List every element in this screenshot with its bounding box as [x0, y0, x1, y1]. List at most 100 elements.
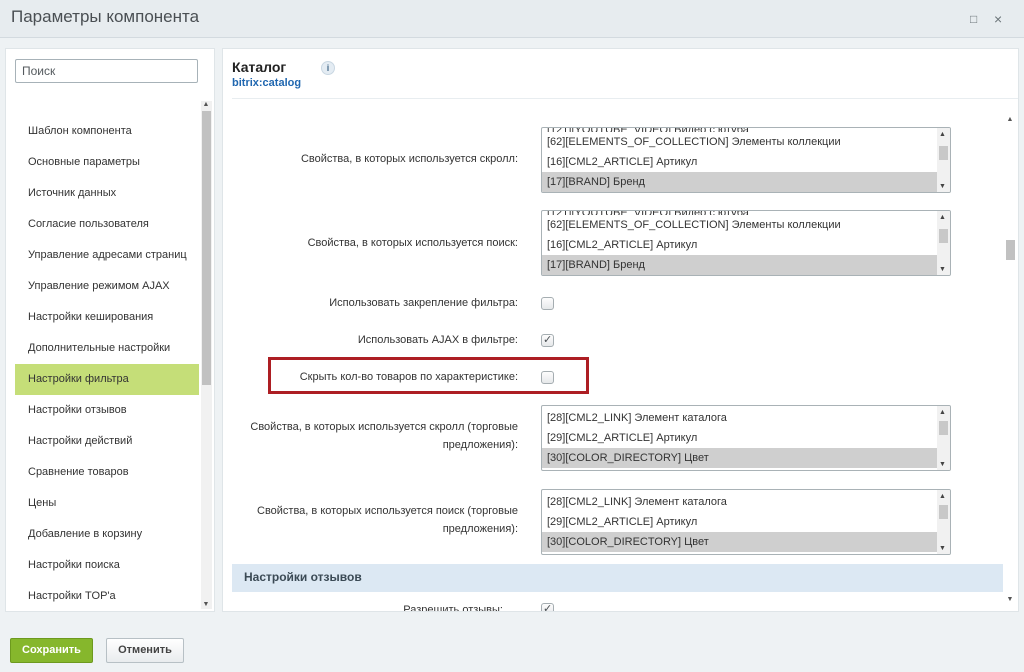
sidebar-item-label: Настройки поиска — [28, 559, 120, 571]
cancel-button[interactable]: Отменить — [106, 638, 184, 663]
scroll-offers-label-line2: предложения): — [442, 439, 518, 451]
sidebar-item-label: Настройки TOP'а — [28, 590, 116, 602]
listbox-scroll-thumb[interactable] — [939, 146, 948, 160]
listbox-option[interactable]: [16][CML2_ARTICLE] Артикул — [542, 235, 950, 255]
listbox-scroll-thumb[interactable] — [939, 229, 948, 243]
search-props-label: Свойства, в которых используется поиск: — [307, 237, 518, 249]
sidebar-item-label: Шаблон компонента — [28, 125, 132, 137]
allow-reviews-checkbox[interactable]: ✓ — [541, 603, 554, 611]
search-props-listbox[interactable]: [121][YOUTUBE_VIDEO] Видео с ютуба [62][… — [541, 210, 951, 276]
sidebar-item-label: Цены — [28, 497, 57, 509]
sidebar-item-label: Источник данных — [28, 187, 117, 199]
sidebar: Шаблон компонента Основные параметры Ист… — [5, 48, 215, 612]
partial-row-clip: Разрешить отзывы: ✓ — [223, 595, 1003, 611]
search-offers-label-line1: Свойства, в которых используется поиск (… — [257, 505, 518, 517]
sidebar-item-label: Сравнение товаров — [28, 466, 129, 478]
maximize-icon[interactable]: □ — [970, 12, 977, 26]
sidebar-item-actions[interactable]: Настройки действий — [15, 426, 199, 457]
close-icon[interactable]: × — [994, 12, 1002, 26]
scroll-up-icon[interactable]: ▲ — [939, 409, 946, 416]
listbox-scroll-thumb[interactable] — [939, 421, 948, 435]
scroll-up-icon[interactable]: ▲ — [1005, 116, 1015, 124]
scroll-up-icon[interactable]: ▲ — [939, 214, 946, 221]
hide-count-checkbox[interactable] — [541, 371, 554, 384]
listbox-option[interactable]: [17][BRAND] Бренд — [542, 172, 950, 192]
sidebar-item-label: Управление режимом AJAX — [28, 280, 170, 292]
ajax-filter-checkbox[interactable]: ✓ — [541, 334, 554, 347]
scroll-down-icon[interactable]: ▼ — [939, 545, 946, 552]
listbox-option[interactable]: [29][CML2_ARTICLE] Артикул — [542, 428, 950, 448]
sidebar-item-label: Настройки действий — [28, 435, 133, 447]
sidebar-item-add-to-cart[interactable]: Добавление в корзину — [15, 519, 199, 550]
sidebar-item-search[interactable]: Настройки поиска — [15, 550, 199, 581]
sidebar-scrollbar[interactable]: ▲ ▼ — [201, 101, 212, 609]
info-icon[interactable]: i — [321, 61, 335, 75]
page-title: Каталог — [232, 59, 287, 75]
scroll-up-icon[interactable]: ▲ — [939, 131, 946, 138]
sidebar-scroll-thumb[interactable] — [202, 111, 211, 385]
sidebar-item-label: Дополнительные настройки — [28, 342, 171, 354]
listbox-scroll-thumb[interactable] — [939, 505, 948, 519]
dialog-footer: Сохранить Отменить — [0, 628, 1024, 672]
sidebar-item-top[interactable]: Настройки TOP'а — [15, 581, 199, 612]
header-divider — [232, 98, 1018, 99]
main-scrollbar[interactable]: ▲ ▼ — [1005, 112, 1016, 608]
sidebar-item-basic[interactable]: Основные параметры — [15, 147, 199, 178]
component-code: bitrix:catalog — [232, 77, 302, 89]
search-offers-listbox[interactable]: [28][CML2_LINK] Элемент каталога [29][CM… — [541, 489, 951, 555]
scroll-down-icon[interactable]: ▼ — [939, 183, 946, 190]
scroll-up-icon[interactable]: ▲ — [939, 493, 946, 500]
allow-reviews-label: Разрешить отзывы: — [403, 604, 503, 611]
listbox-option[interactable]: [16][CML2_ARTICLE] Артикул — [542, 152, 950, 172]
scroll-props-listbox[interactable]: [121][YOUTUBE_VIDEO] Видео с ютуба [62][… — [541, 127, 951, 193]
main-panel: Каталог i bitrix:catalog Свойства, в кот… — [222, 48, 1019, 612]
sidebar-item-label: Добавление в корзину — [28, 528, 143, 540]
main-scroll-thumb[interactable] — [1006, 240, 1015, 260]
hide-count-label: Скрыть кол-во товаров по характеристике: — [299, 371, 518, 383]
search-offers-label-line2: предложения): — [442, 523, 518, 535]
listbox-option[interactable]: [62][ELEMENTS_OF_COLLECTION] Элементы ко… — [542, 132, 950, 152]
section-header-reviews: Настройки отзывов — [232, 564, 1003, 592]
listbox-option[interactable]: [29][CML2_ARTICLE] Артикул — [542, 512, 950, 532]
pin-filter-label: Использовать закрепление фильтра: — [329, 297, 518, 309]
checkmark-icon: ✓ — [543, 603, 553, 611]
listbox-option[interactable]: [30][COLOR_DIRECTORY] Цвет — [542, 532, 950, 552]
scroll-offers-listbox[interactable]: [28][CML2_LINK] Элемент каталога [29][CM… — [541, 405, 951, 471]
section-title: Настройки отзывов — [244, 570, 362, 584]
sidebar-item-additional[interactable]: Дополнительные настройки — [15, 333, 199, 364]
sidebar-item-data-source[interactable]: Источник данных — [15, 178, 199, 209]
scroll-down-icon[interactable]: ▼ — [939, 266, 946, 273]
scroll-down-icon[interactable]: ▼ — [201, 601, 211, 609]
save-button[interactable]: Сохранить — [10, 638, 93, 663]
scroll-up-icon[interactable]: ▲ — [201, 101, 211, 109]
listbox-scrollbar[interactable]: ▲ ▼ — [937, 211, 950, 275]
sidebar-item-user-consent[interactable]: Согласие пользователя — [15, 209, 199, 240]
sidebar-item-reviews[interactable]: Настройки отзывов — [15, 395, 199, 426]
sidebar-item-label: Управление адресами страниц — [28, 249, 187, 261]
listbox-scrollbar[interactable]: ▲ ▼ — [937, 490, 950, 554]
sidebar-item-label: Настройки кеширования — [28, 311, 154, 323]
sidebar-item-label: Настройки фильтра — [28, 373, 129, 385]
listbox-option[interactable]: [62][ELEMENTS_OF_COLLECTION] Элементы ко… — [542, 215, 950, 235]
sidebar-item-template[interactable]: Шаблон компонента — [15, 116, 199, 147]
sidebar-item-label: Основные параметры — [28, 156, 140, 168]
sidebar-item-label: Настройки отзывов — [28, 404, 127, 416]
scroll-down-icon[interactable]: ▼ — [939, 461, 946, 468]
listbox-option[interactable]: [28][CML2_LINK] Элемент каталога — [542, 408, 950, 428]
pin-filter-checkbox[interactable] — [541, 297, 554, 310]
sidebar-item-prices[interactable]: Цены — [15, 488, 199, 519]
search-input[interactable] — [15, 59, 198, 83]
listbox-option[interactable]: [28][CML2_LINK] Элемент каталога — [542, 492, 950, 512]
sidebar-item-compare[interactable]: Сравнение товаров — [15, 457, 199, 488]
listbox-scrollbar[interactable]: ▲ ▼ — [937, 128, 950, 192]
scroll-offers-label-line1: Свойства, в которых используется скролл … — [250, 421, 518, 433]
sidebar-item-filter[interactable]: Настройки фильтра — [15, 364, 199, 395]
sidebar-item-cache[interactable]: Настройки кеширования — [15, 302, 199, 333]
scroll-down-icon[interactable]: ▼ — [1005, 596, 1015, 604]
sidebar-item-ajax[interactable]: Управление режимом AJAX — [15, 271, 199, 302]
listbox-option[interactable]: [17][BRAND] Бренд — [542, 255, 950, 275]
listbox-option[interactable]: [30][COLOR_DIRECTORY] Цвет — [542, 448, 950, 468]
listbox-scrollbar[interactable]: ▲ ▼ — [937, 406, 950, 470]
sidebar-item-url-management[interactable]: Управление адресами страниц — [15, 240, 199, 271]
window-titlebar: Параметры компонента □ × — [0, 0, 1024, 38]
